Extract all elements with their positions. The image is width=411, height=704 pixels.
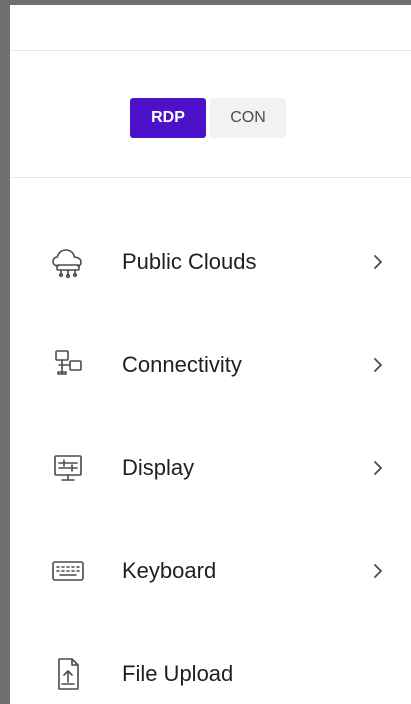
cloud-icon (50, 244, 86, 280)
settings-menu: Public Clouds Connectivity Display Keybo… (10, 210, 411, 704)
con-toggle-button[interactable]: CON (210, 98, 286, 138)
menu-item-keyboard[interactable]: Keyboard (10, 519, 411, 622)
header-divider (10, 50, 411, 51)
connectivity-icon (50, 347, 86, 383)
keyboard-icon (50, 553, 86, 589)
menu-item-label: Display (122, 454, 195, 480)
chevron-right-icon (369, 356, 387, 374)
app-window: RDP CON Public Clouds Connectivity Displ… (0, 0, 411, 704)
menu-item-display[interactable]: Display (10, 416, 411, 519)
section-divider (10, 177, 411, 178)
chevron-right-icon (369, 562, 387, 580)
menu-item-label: File Upload (122, 660, 234, 686)
menu-item-label: Public Clouds (122, 248, 257, 274)
rdp-toggle-button[interactable]: RDP (130, 98, 206, 138)
display-icon (50, 450, 86, 486)
menu-item-label: Connectivity (122, 351, 242, 377)
menu-item-label: Keyboard (122, 557, 217, 583)
side-panel: RDP CON Public Clouds Connectivity Displ… (10, 5, 411, 704)
menu-item-connectivity[interactable]: Connectivity (10, 313, 411, 416)
chevron-right-icon (369, 253, 387, 271)
mode-toggle-group: RDP CON (130, 98, 286, 138)
chevron-right-icon (369, 459, 387, 477)
window-frame-left (0, 0, 10, 704)
file-upload-icon (50, 656, 86, 692)
menu-item-public-clouds[interactable]: Public Clouds (10, 210, 411, 313)
menu-item-file-upload[interactable]: File Upload (10, 622, 411, 704)
